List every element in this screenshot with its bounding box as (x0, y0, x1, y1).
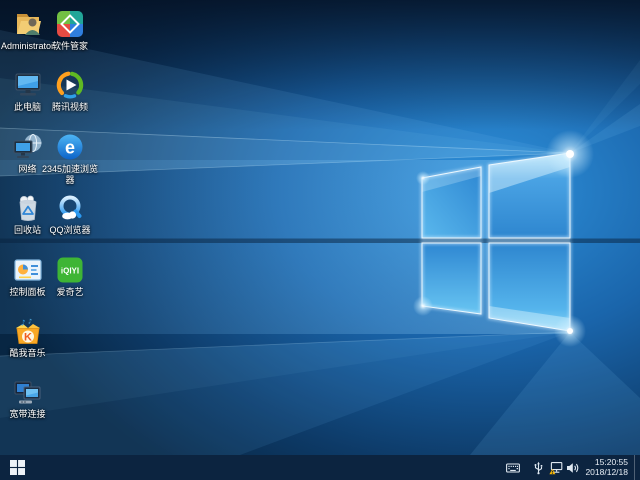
desktop-icon-label: 爱奇艺 (56, 287, 83, 298)
touch-keyboard-icon (506, 461, 520, 475)
desktop-icon-label: 软件管家 (52, 41, 88, 52)
svg-text:iQIYI: iQIYI (61, 266, 79, 275)
tencent-video-icon (54, 69, 86, 101)
control-panel-icon (12, 254, 44, 286)
desktop-icon-label: 宽带连接 (9, 409, 45, 420)
desktop-icon-broadband[interactable]: 宽带连接 (0, 376, 55, 437)
safely-remove-usb-button[interactable] (530, 455, 547, 480)
touch-keyboard-button[interactable] (504, 455, 521, 480)
desktop-icon-label: 网络 (18, 164, 36, 175)
recycle-bin-icon (12, 192, 44, 224)
network-warning-icon (549, 461, 563, 475)
volume-button[interactable] (564, 455, 581, 480)
svg-text:♪: ♪ (27, 317, 31, 325)
network-status-button[interactable] (547, 455, 564, 480)
windows-logo-icon (10, 460, 25, 475)
music-box-icon: K ♪ ♪ (12, 315, 44, 347)
browser-2345-icon: e (54, 131, 86, 163)
usb-icon (532, 461, 545, 475)
desktop-icon-column-2: 软件管家 腾讯视频 e 2345加速 (41, 8, 99, 315)
svg-text:e: e (65, 137, 75, 157)
taskbar-clock[interactable]: 15:20:55 2018/12/18 (581, 455, 634, 480)
software-manager-icon (54, 8, 86, 40)
desktop-icon-label: 腾讯视频 (52, 102, 88, 113)
desktop-icon-2345-browser[interactable]: e 2345加速浏览器 (41, 131, 99, 192)
desktop-icon-qq-browser[interactable]: QQ浏览器 (41, 192, 99, 253)
broadband-connection-icon (12, 376, 44, 408)
desktop-icon-software-manager[interactable]: 软件管家 (41, 8, 99, 69)
desktop-icon-tencent-video[interactable]: 腾讯视频 (41, 69, 99, 130)
taskbar: 15:20:55 2018/12/18 (0, 455, 640, 480)
user-folder-icon (12, 8, 44, 40)
iqiyi-icon: iQIYI (54, 254, 86, 286)
show-desktop-button[interactable] (634, 455, 640, 480)
network-globe-icon (12, 131, 44, 163)
volume-icon (566, 461, 580, 475)
desktop-icon-label: 回收站 (14, 225, 41, 236)
desktop-area[interactable]: Administrator 此电脑 (0, 0, 640, 455)
windows-desktop: Administrator 此电脑 (0, 0, 640, 480)
desktop-icon-label: 2345加速浏览器 (41, 164, 99, 186)
clock-date: 2018/12/18 (585, 468, 628, 478)
desktop-icon-iqiyi[interactable]: iQIYI 爱奇艺 (41, 254, 99, 315)
taskbar-empty-area[interactable] (34, 455, 504, 480)
desktop-icon-label: 酷我音乐 (9, 348, 45, 359)
svg-text:K: K (24, 332, 32, 344)
system-tray: 15:20:55 2018/12/18 (504, 455, 640, 480)
desktop-icon-label: 此电脑 (14, 102, 41, 113)
desktop-icon-label: QQ浏览器 (49, 225, 90, 236)
qq-browser-icon (54, 192, 86, 224)
computer-icon (12, 69, 44, 101)
desktop-icon-kuwo-music[interactable]: K ♪ ♪ 酷我音乐 (0, 315, 55, 376)
start-button[interactable] (0, 455, 34, 480)
svg-text:♪: ♪ (20, 318, 25, 327)
